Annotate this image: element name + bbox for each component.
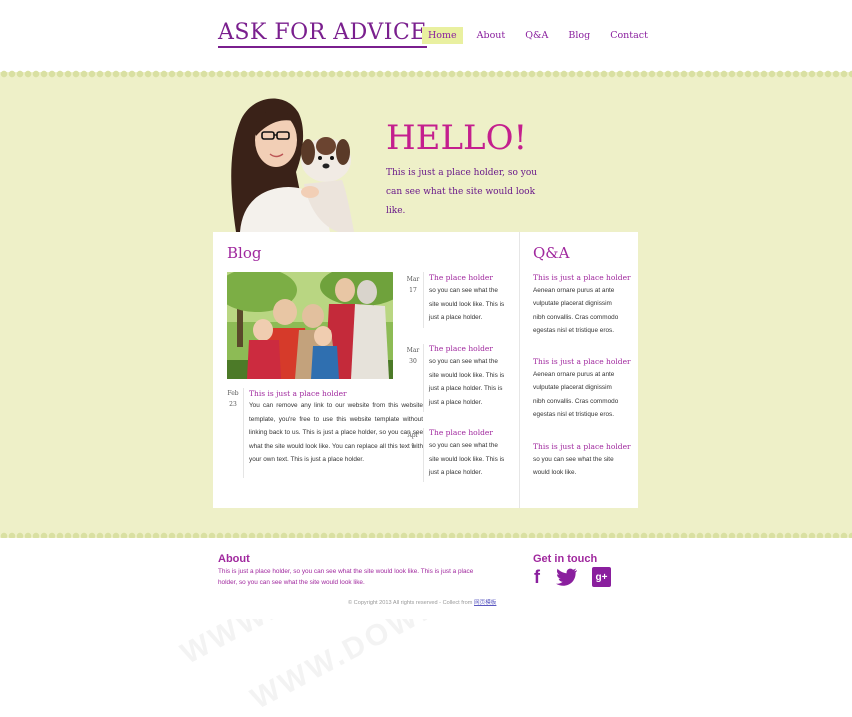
date-divider xyxy=(423,428,424,482)
nav-home[interactable]: Home xyxy=(422,27,463,44)
post-title[interactable]: The place holder xyxy=(429,428,493,437)
nav-blog[interactable]: Blog xyxy=(562,27,596,44)
date-divider xyxy=(423,344,424,412)
copyright: © Copyright 2013 All rights reserved - C… xyxy=(348,598,496,606)
column-divider xyxy=(519,232,520,508)
post-title[interactable]: The place holder xyxy=(429,344,493,353)
post-date-month: Feb xyxy=(227,390,239,397)
qa-item-title[interactable]: This is just a place holder xyxy=(533,357,631,366)
date-divider xyxy=(243,388,244,478)
date-divider xyxy=(423,272,424,328)
qa-heading: Q&A xyxy=(533,244,570,262)
post-date-day: 1 xyxy=(411,443,415,450)
copyright-link[interactable]: 网页模板 xyxy=(474,600,496,606)
footer-touch-heading: Get in touch xyxy=(533,553,598,565)
post-date: Mar 30 xyxy=(405,345,421,367)
post-date-day: 23 xyxy=(229,401,237,408)
twitter-icon[interactable] xyxy=(555,567,579,587)
qa-item-body: Aenean ornare purus at ante vulputate pl… xyxy=(533,371,619,419)
qa-item-body: so you can see what the site would look … xyxy=(533,456,614,477)
nav-qa[interactable]: Q&A xyxy=(519,27,554,44)
google-plus-icon[interactable]: g+ xyxy=(592,567,611,587)
blog-feature-image[interactable] xyxy=(227,272,393,379)
post-date-month: Apr xyxy=(407,432,419,439)
qa-item-title[interactable]: This is just a place holder xyxy=(533,442,631,451)
nav-about[interactable]: About xyxy=(471,27,512,44)
post-body: so you can see what the site would look … xyxy=(429,287,505,322)
google-plus-glyph: g+ xyxy=(595,571,608,583)
header: ASK FOR ADVICE Home About Q&A Blog Conta… xyxy=(0,0,852,72)
blog-heading: Blog xyxy=(227,244,262,262)
copyright-text: © Copyright 2013 All rights reserved - C… xyxy=(348,600,473,606)
nav-contact[interactable]: Contact xyxy=(604,27,654,44)
hero-image xyxy=(231,98,354,232)
qa-item-title[interactable]: This is just a place holder xyxy=(533,273,631,282)
footer-about-heading: About xyxy=(218,553,250,565)
footer-about-text: This is just a place holder, so you can … xyxy=(218,568,474,586)
post-date-day: 30 xyxy=(409,358,417,365)
hero-text: This is just a place holder, so you can … xyxy=(386,168,538,216)
post-date: Apr 1 xyxy=(405,430,421,452)
post-body: so you can see what the site would look … xyxy=(429,358,505,406)
facebook-glyph: f xyxy=(534,566,540,587)
feature-post-body: You can remove any link to our website f… xyxy=(249,402,423,464)
facebook-icon[interactable]: f xyxy=(530,567,544,587)
post-body: so you can see what the site would look … xyxy=(429,442,505,477)
twitter-bird-icon xyxy=(556,568,577,586)
site-logo[interactable]: ASK FOR ADVICE xyxy=(218,20,427,48)
hero-title: HELLO! xyxy=(386,118,528,158)
post-date-month: Mar xyxy=(406,347,420,354)
main-nav: Home About Q&A Blog Contact xyxy=(422,27,654,44)
post-date: Feb 23 xyxy=(225,388,241,410)
post-title[interactable]: The place holder xyxy=(429,273,493,282)
post-date-day: 17 xyxy=(409,287,417,294)
feature-post-title[interactable]: This is just a place holder xyxy=(249,389,347,398)
post-date-month: Mar xyxy=(406,276,420,283)
qa-item-body: Aenean ornare purus at ante vulputate pl… xyxy=(533,287,619,335)
post-date: Mar 17 xyxy=(405,274,421,296)
